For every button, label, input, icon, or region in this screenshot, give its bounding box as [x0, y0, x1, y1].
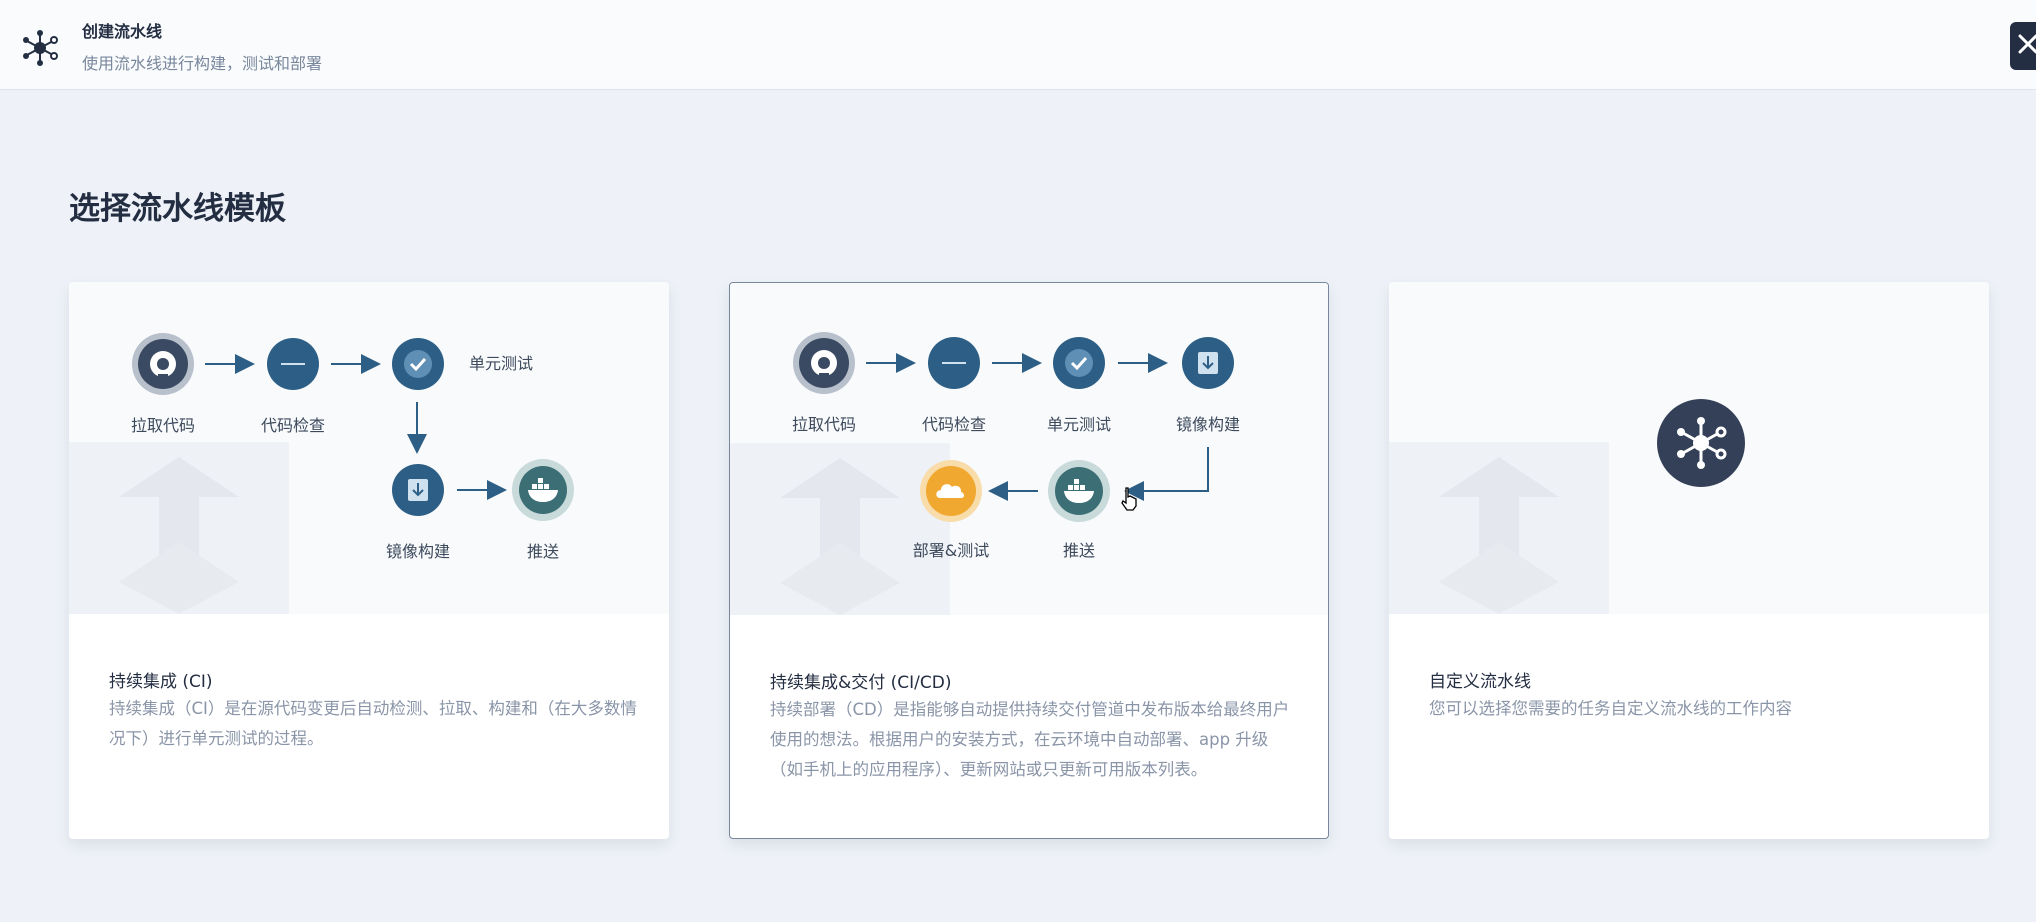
card-title: 持续集成 (CI): [109, 672, 213, 692]
card-title: 持续集成&交付 (CI/CD): [770, 673, 952, 693]
docker-icon: [1055, 467, 1103, 515]
pipeline-icon: [23, 30, 58, 66]
docker-icon: [519, 466, 567, 514]
step-label: 代码检查: [260, 416, 326, 435]
check-icon: [404, 350, 432, 378]
sonarqube-icon: [942, 362, 966, 364]
close-icon: [2018, 34, 2036, 54]
step-image-build: [392, 464, 444, 516]
pipeline-diagram: 拉取代码 代码检查 单元测试 镜像构建 推送: [69, 282, 669, 614]
pipeline-diagram: 拉取代码 代码检查 单元测试 镜像构建 推送 部署&测试: [730, 283, 1328, 615]
template-card-cicd[interactable]: 拉取代码 代码检查 单元测试 镜像构建 推送 部署&测试 持续集成&交付 (CI…: [729, 282, 1329, 839]
step-unit-test: [392, 338, 444, 390]
step-label: 单元测试: [469, 354, 534, 373]
template-card-ci[interactable]: 拉取代码 代码检查 单元测试 镜像构建 推送 持续集成 (CI) 持续集成（CI…: [69, 282, 669, 839]
close-button[interactable]: [2010, 22, 2036, 70]
pipeline-icon: [1657, 399, 1745, 487]
step-label: 镜像构建: [385, 542, 451, 561]
decorative-arrow: [1389, 442, 1609, 614]
sonarqube-icon: [281, 363, 305, 365]
card-description: 持续集成（CI）是在源代码变更后自动检测、拉取、构建和（在大多数情况下）进行单元…: [109, 699, 637, 748]
step-label: 拉取代码: [791, 415, 857, 434]
card-illustration: [1389, 282, 1989, 614]
step-deploy-test: [920, 460, 982, 522]
github-icon: [799, 338, 849, 388]
step-label: 代码检查: [921, 415, 987, 434]
section-title: 选择流水线模板: [69, 191, 286, 227]
flow-arrows: [205, 354, 507, 500]
step-label: 推送: [526, 542, 560, 561]
step-push: [1048, 460, 1110, 522]
cloud-icon: [926, 466, 976, 516]
page-header: 创建流水线 使用流水线进行构建，测试和部署: [0, 0, 2036, 90]
page-subtitle: 使用流水线进行构建，测试和部署: [82, 54, 323, 73]
pointer-cursor-icon: [1121, 487, 1137, 511]
step-label: 镜像构建: [1175, 415, 1241, 434]
step-label: 单元测试: [1046, 415, 1112, 434]
step-label: 推送: [1062, 541, 1096, 560]
box-icon: [1198, 352, 1218, 374]
box-icon: [408, 479, 428, 501]
step-push: [512, 459, 574, 521]
step-code-check: [267, 338, 319, 390]
card-description: 持续部署（CD）是指能够自动提供持续交付管道中发布版本给最终用户使用的想法。根据…: [770, 700, 1290, 779]
template-card-custom[interactable]: 自定义流水线 您可以选择您需要的任务自定义流水线的工作内容: [1389, 282, 1989, 839]
github-icon: [138, 339, 188, 389]
page-title: 创建流水线: [82, 22, 163, 41]
step-image-build: [1182, 337, 1234, 389]
step-label: 拉取代码: [130, 416, 196, 435]
step-unit-test: [1053, 337, 1105, 389]
step-label: 部署&测试: [912, 541, 990, 560]
card-title: 自定义流水线: [1429, 672, 1531, 692]
step-code-check: [928, 337, 980, 389]
check-icon: [1065, 349, 1093, 377]
card-description: 您可以选择您需要的任务自定义流水线的工作内容: [1429, 699, 1792, 718]
step-pull-code: [793, 332, 855, 394]
step-pull-code: [132, 333, 194, 395]
